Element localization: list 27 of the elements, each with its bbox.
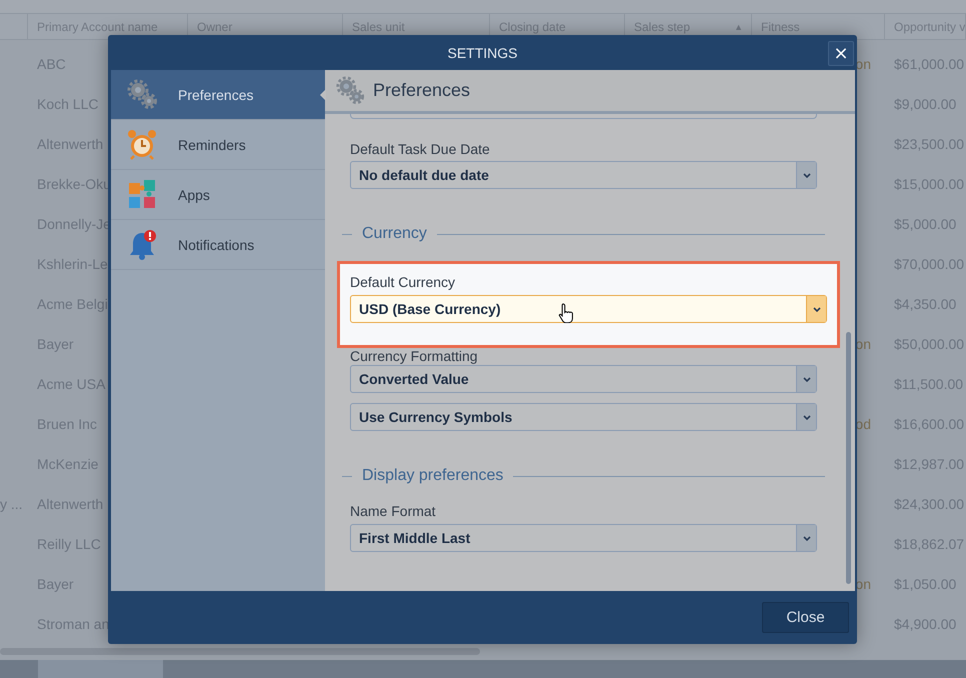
dropdown-field[interactable]: First Middle Last	[350, 524, 817, 552]
field-label: Default Currency	[350, 274, 456, 290]
gears-icon	[126, 78, 158, 112]
gears-icon	[335, 74, 365, 106]
panel-title: Preferences	[373, 80, 470, 101]
section-heading: Currency	[362, 225, 427, 243]
field-label: Currency Formatting	[350, 348, 479, 364]
scrollbar[interactable]	[846, 332, 851, 584]
hand-cursor-icon	[558, 302, 575, 323]
dialog-title: SETTINGS	[447, 44, 518, 60]
bottom-tab[interactable]	[38, 660, 163, 678]
dropdown-field[interactable]: Use Currency Symbols	[350, 403, 817, 431]
dropdown-field[interactable]: Converted Value	[350, 365, 817, 393]
dropdown-field[interactable]: No default due date	[350, 161, 817, 189]
dropdown-field[interactable]	[350, 114, 817, 119]
section-heading: Display preferences	[362, 467, 504, 485]
sidebar-item[interactable]: Notifications	[111, 220, 325, 270]
sidebar-item[interactable]: Preferences	[111, 70, 325, 120]
field-label: Name Format	[350, 503, 437, 519]
close-button[interactable]: Close	[762, 602, 849, 633]
sidebar-item[interactable]: Apps	[111, 170, 325, 220]
dropdown-field[interactable]: USD (Base Currency)	[350, 295, 827, 323]
field-label: Default Task Due Date	[350, 141, 491, 157]
close-button[interactable]: ×	[828, 41, 854, 66]
scrollbar[interactable]	[0, 648, 480, 655]
alarm-clock-icon	[126, 128, 158, 162]
sidebar-item[interactable]: Reminders	[111, 120, 325, 170]
